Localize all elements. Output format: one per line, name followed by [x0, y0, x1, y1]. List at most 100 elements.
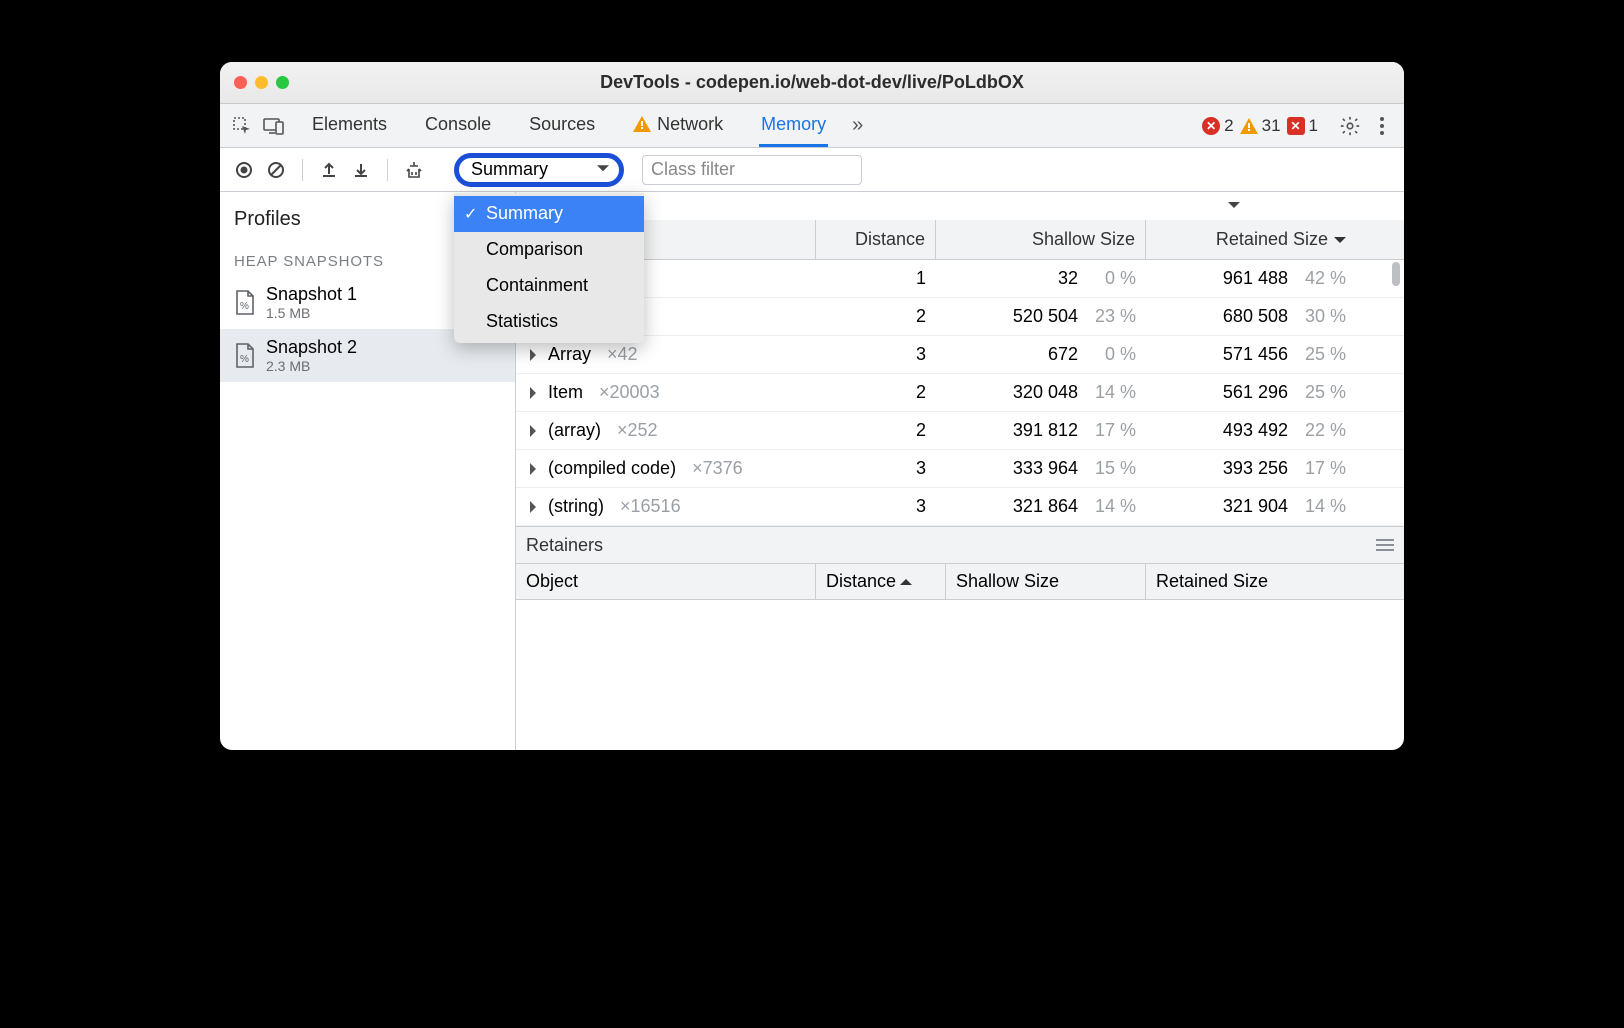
expand-icon[interactable] — [530, 501, 542, 513]
snapshot-main: Distance Shallow Size Retained Size ://c… — [516, 192, 1404, 750]
retainers-col-retained[interactable]: Retained Size — [1146, 564, 1346, 599]
panel-body: Profiles HEAP SNAPSHOTS % Snapshot 1 1.5… — [220, 192, 1404, 750]
table-row[interactable]: (string)×16516 3 321 86414 % 321 90414 % — [516, 488, 1404, 526]
row-shallow: 32 — [1058, 268, 1078, 289]
row-retained: 561 296 — [1223, 382, 1288, 403]
panel-tabs: Elements Console Sources Network Memory — [310, 104, 828, 147]
row-shallow: 333 964 — [1013, 458, 1078, 479]
snapshot-name: Snapshot 1 — [266, 284, 357, 305]
retainers-col-object[interactable]: Object — [516, 564, 816, 599]
row-distance: 3 — [916, 344, 926, 365]
svg-text:%: % — [240, 301, 249, 312]
table-row[interactable]: (compiled code)×7376 3 333 96415 % 393 2… — [516, 450, 1404, 488]
clear-icon[interactable] — [262, 156, 290, 184]
row-shallow: 321 864 — [1013, 496, 1078, 517]
error-count: 2 — [1224, 116, 1233, 136]
device-toolbar-icon[interactable] — [260, 112, 288, 140]
table-row[interactable]: ://cdpn.io 1 320 % 961 48842 % — [516, 260, 1404, 298]
menu-item-statistics[interactable]: Statistics — [454, 304, 644, 340]
row-retained-pct: 22 % — [1302, 420, 1346, 441]
breakpoint-count: 1 — [1309, 116, 1318, 136]
row-retained-pct: 25 % — [1302, 382, 1346, 403]
row-retained-pct: 25 % — [1302, 344, 1346, 365]
retainers-empty-body — [516, 600, 1404, 750]
class-filter-input[interactable] — [642, 155, 862, 185]
tab-console[interactable]: Console — [423, 104, 493, 147]
table-row[interactable]: (array)×252 2 391 81217 % 493 49222 % — [516, 412, 1404, 450]
row-count: ×20003 — [599, 382, 660, 403]
row-retained: 961 488 — [1223, 268, 1288, 289]
row-retained-pct: 30 % — [1302, 306, 1346, 327]
perspective-dropdown[interactable]: Summary — [454, 153, 624, 187]
col-retained-size[interactable]: Retained Size — [1146, 220, 1356, 259]
snapshot-icon: % — [234, 290, 256, 316]
col-shallow-size[interactable]: Shallow Size — [936, 220, 1146, 259]
retainers-col-shallow[interactable]: Shallow Size — [946, 564, 1146, 599]
titlebar: DevTools - codepen.io/web-dot-dev/live/P… — [220, 62, 1404, 104]
devtools-window: DevTools - codepen.io/web-dot-dev/live/P… — [220, 62, 1404, 750]
tab-sources[interactable]: Sources — [527, 104, 597, 147]
perspective-selected-label: Summary — [471, 159, 548, 180]
row-count: ×7376 — [692, 458, 743, 479]
heap-table: ://cdpn.io 1 320 % 961 48842 % 26 2 520 … — [516, 260, 1404, 526]
retainers-title: Retainers — [526, 535, 603, 556]
row-retained-pct: 42 % — [1302, 268, 1346, 289]
row-shallow-pct: 17 % — [1092, 420, 1136, 441]
inspect-element-icon[interactable] — [228, 112, 256, 140]
tab-memory[interactable]: Memory — [759, 104, 828, 147]
heap-table-header: Distance Shallow Size Retained Size — [516, 220, 1404, 260]
row-name: (string) — [548, 496, 604, 517]
more-tabs-button[interactable]: » — [852, 114, 863, 137]
warning-icon — [633, 116, 651, 132]
menu-item-comparison[interactable]: Comparison — [454, 232, 644, 268]
row-distance: 2 — [916, 420, 926, 441]
row-name: Array — [548, 344, 591, 365]
row-distance: 3 — [916, 496, 926, 517]
perspective-menu: Summary Comparison Containment Statistic… — [454, 193, 644, 343]
separator — [302, 159, 303, 181]
warning-count: 31 — [1262, 116, 1281, 136]
menu-item-summary[interactable]: Summary — [454, 196, 644, 232]
row-retained: 393 256 — [1223, 458, 1288, 479]
row-count: ×252 — [617, 420, 658, 441]
row-retained-pct: 14 % — [1302, 496, 1346, 517]
scrollbar-thumb[interactable] — [1392, 262, 1400, 286]
row-distance: 2 — [916, 382, 926, 403]
retainers-table-header: Object Distance Shallow Size Retained Si… — [516, 564, 1404, 600]
row-shallow: 672 — [1048, 344, 1078, 365]
expand-icon[interactable] — [530, 387, 542, 399]
record-icon[interactable] — [230, 156, 258, 184]
save-profile-icon[interactable] — [347, 156, 375, 184]
collect-garbage-icon[interactable] — [400, 156, 428, 184]
sort-desc-icon — [1334, 237, 1346, 249]
expand-icon[interactable] — [530, 349, 542, 361]
row-name: (compiled code) — [548, 458, 676, 479]
retainers-menu-icon[interactable] — [1376, 539, 1394, 551]
row-count: ×42 — [607, 344, 638, 365]
memory-toolbar: Summary Summary Comparison Containment S… — [220, 148, 1404, 192]
svg-text:%: % — [240, 354, 249, 365]
load-profile-icon[interactable] — [315, 156, 343, 184]
column-filter-icon[interactable] — [1228, 202, 1240, 214]
row-shallow: 320 048 — [1013, 382, 1078, 403]
retainers-col-distance[interactable]: Distance — [816, 564, 946, 599]
table-row[interactable]: Array×42 3 6720 % 571 45625 % — [516, 336, 1404, 374]
settings-icon[interactable] — [1336, 112, 1364, 140]
table-row[interactable]: 26 2 520 50423 % 680 50830 % — [516, 298, 1404, 336]
issue-counters[interactable]: ✕2 31 ✕1 — [1202, 116, 1318, 136]
window-title: DevTools - codepen.io/web-dot-dev/live/P… — [220, 72, 1404, 93]
row-retained: 321 904 — [1223, 496, 1288, 517]
col-distance[interactable]: Distance — [816, 220, 936, 259]
table-row[interactable]: Item×20003 2 320 04814 % 561 29625 % — [516, 374, 1404, 412]
expand-icon[interactable] — [530, 425, 542, 437]
row-distance: 2 — [916, 306, 926, 327]
row-shallow-pct: 23 % — [1092, 306, 1136, 327]
tab-elements[interactable]: Elements — [310, 104, 389, 147]
expand-icon[interactable] — [530, 463, 542, 475]
row-shallow-pct: 0 % — [1092, 268, 1136, 289]
tab-network[interactable]: Network — [631, 104, 725, 147]
row-shallow-pct: 14 % — [1092, 496, 1136, 517]
more-options-icon[interactable] — [1368, 112, 1396, 140]
menu-item-containment[interactable]: Containment — [454, 268, 644, 304]
row-retained: 680 508 — [1223, 306, 1288, 327]
